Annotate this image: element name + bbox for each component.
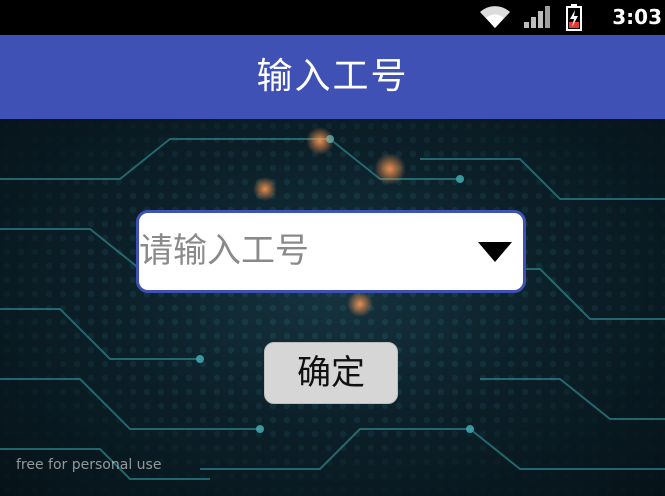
dropdown-arrow-icon (478, 242, 512, 262)
confirm-button[interactable]: 确定 (264, 342, 398, 404)
watermark-text: free for personal use (16, 457, 162, 473)
clock: 3:03 (612, 5, 662, 29)
battery-charging-icon (566, 4, 582, 31)
content-area (0, 119, 665, 496)
screen: 3:03 输入工号 请输入工号 确定 free for personal use (0, 0, 665, 496)
signal-icon (524, 6, 550, 28)
wifi-icon (480, 6, 510, 28)
page-title: 输入工号 (256, 56, 409, 97)
employee-id-placeholder: 请输入工号 (139, 231, 309, 271)
employee-id-dropdown[interactable]: 请输入工号 (136, 210, 526, 293)
app-bar: 输入工号 (0, 35, 665, 119)
status-bar: 3:03 (0, 0, 665, 35)
circuit-background-image (0, 119, 665, 496)
